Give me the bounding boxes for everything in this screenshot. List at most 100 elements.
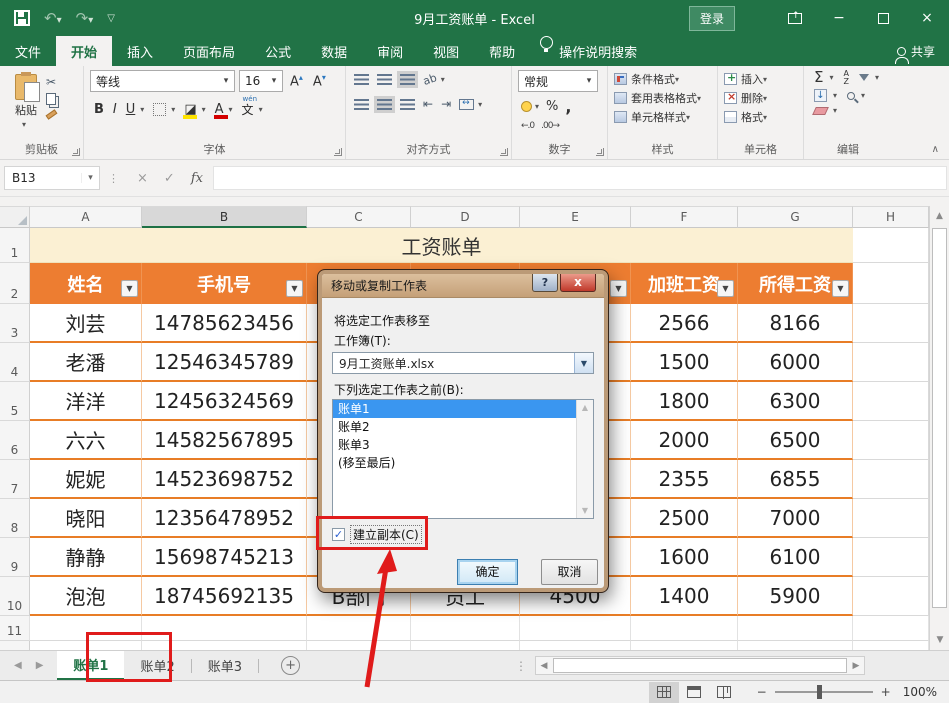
name-box-dropdown-icon[interactable]: ▾ bbox=[81, 173, 99, 183]
fill-color-button[interactable]: ◪ bbox=[184, 103, 196, 116]
new-sheet-icon[interactable]: + bbox=[281, 656, 300, 675]
filter-dropdown-icon[interactable]: ▼ bbox=[286, 280, 303, 297]
sheet-title-cell[interactable]: 工资账单 bbox=[30, 228, 853, 263]
close-button[interactable]: × bbox=[905, 0, 949, 36]
bold-button[interactable]: B bbox=[94, 103, 104, 116]
cell-empty[interactable] bbox=[853, 538, 929, 577]
cell-phone[interactable]: 15698745213 bbox=[142, 538, 307, 577]
tab-review[interactable]: 审阅 bbox=[362, 36, 418, 66]
cell-total[interactable]: 6855 bbox=[738, 460, 853, 499]
list-scrollbar[interactable]: ▲ ▼ bbox=[576, 400, 593, 518]
cell-phone[interactable]: 12546345789 bbox=[142, 343, 307, 382]
align-center-icon[interactable] bbox=[377, 99, 392, 110]
tab-insert[interactable]: 插入 bbox=[112, 36, 168, 66]
format-painter-icon[interactable] bbox=[46, 109, 58, 119]
cancel-button[interactable]: 取消 bbox=[541, 559, 598, 585]
align-bottom-icon[interactable] bbox=[400, 74, 415, 85]
customize-qat-icon[interactable]: ▽ bbox=[107, 13, 115, 24]
cell-name[interactable]: 六六 bbox=[30, 421, 142, 460]
alignment-dialog-launcher-icon[interactable] bbox=[500, 148, 508, 156]
horizontal-scrollbar-thumb[interactable] bbox=[553, 658, 847, 673]
col-header-e[interactable]: E bbox=[520, 206, 631, 228]
cell-total[interactable]: 6300 bbox=[738, 382, 853, 421]
row-header[interactable]: 5 bbox=[0, 382, 30, 421]
cell-name[interactable]: 老潘 bbox=[30, 343, 142, 382]
cell-phone[interactable]: 14523698752 bbox=[142, 460, 307, 499]
increase-indent-icon[interactable]: ⇥ bbox=[441, 98, 451, 110]
header-cell-total[interactable]: 所得工资 ▼ bbox=[738, 263, 853, 304]
prev-sheet-icon[interactable]: ◀ bbox=[14, 660, 22, 671]
grow-font-button[interactable]: A▴ bbox=[287, 73, 306, 89]
cell-overtime[interactable]: 1400 bbox=[631, 577, 738, 616]
row-header[interactable]: 6 bbox=[0, 421, 30, 460]
dialog-help-button[interactable]: ? bbox=[532, 274, 558, 292]
decrease-indent-icon[interactable]: ⇤ bbox=[423, 98, 433, 110]
zoom-slider[interactable] bbox=[775, 691, 873, 693]
cell-total[interactable]: 6000 bbox=[738, 343, 853, 382]
list-item[interactable]: 账单2 bbox=[333, 418, 577, 436]
row-header[interactable]: 7 bbox=[0, 460, 30, 499]
cell-total[interactable]: 7000 bbox=[738, 499, 853, 538]
italic-button[interactable]: I bbox=[113, 103, 117, 116]
share-button[interactable]: 共享 bbox=[911, 43, 935, 60]
col-header-c[interactable]: C bbox=[307, 206, 411, 228]
row-header[interactable]: 11 bbox=[0, 616, 30, 641]
fill-down-icon[interactable]: ↓ bbox=[814, 89, 827, 102]
cell-empty[interactable] bbox=[853, 304, 929, 343]
cell-overtime[interactable]: 2500 bbox=[631, 499, 738, 538]
sheet-tab-3[interactable]: 账单3 bbox=[192, 651, 258, 680]
find-select-icon[interactable] bbox=[847, 92, 855, 100]
tell-me-search[interactable]: 操作说明搜索 bbox=[559, 36, 652, 66]
name-box[interactable]: B13 ▾ bbox=[4, 166, 100, 190]
cut-icon[interactable]: ✂ bbox=[46, 76, 57, 88]
col-header-f[interactable]: F bbox=[631, 206, 738, 228]
cell-phone[interactable]: 18745692135 bbox=[142, 577, 307, 616]
next-sheet-icon[interactable]: ▶ bbox=[36, 660, 44, 671]
cell-empty[interactable] bbox=[853, 228, 929, 263]
decrease-decimal-icon[interactable]: .00→ bbox=[541, 121, 559, 131]
filter-dropdown-icon[interactable]: ▼ bbox=[121, 280, 138, 297]
filter-dropdown-icon[interactable]: ▼ bbox=[610, 280, 627, 297]
borders-button[interactable] bbox=[153, 103, 166, 116]
list-item[interactable]: (移至最后) bbox=[333, 454, 577, 472]
tab-splitter-handle[interactable]: ⋮ bbox=[515, 659, 527, 673]
tab-page-layout[interactable]: 页面布局 bbox=[168, 36, 250, 66]
cell-empty[interactable] bbox=[853, 382, 929, 421]
cell-overtime[interactable]: 2000 bbox=[631, 421, 738, 460]
underline-button[interactable]: U bbox=[126, 103, 136, 116]
tab-data[interactable]: 数据 bbox=[306, 36, 362, 66]
cell-empty[interactable] bbox=[307, 616, 411, 641]
sort-filter-icon[interactable]: AZ bbox=[844, 70, 849, 84]
header-cell-overtime[interactable]: 加班工资 ▼ bbox=[631, 263, 738, 304]
phonetic-guide-button[interactable]: wén文 bbox=[242, 101, 254, 118]
row-header[interactable]: 10 bbox=[0, 577, 30, 616]
list-item[interactable]: 账单1 bbox=[333, 400, 577, 418]
conditional-formatting-button[interactable]: 条件格式▾ bbox=[614, 71, 711, 87]
combo-dropdown-icon[interactable]: ▼ bbox=[574, 353, 593, 373]
cell-empty[interactable] bbox=[853, 460, 929, 499]
col-header-a[interactable]: A bbox=[30, 206, 142, 228]
redo-icon[interactable]: ↷▾ bbox=[76, 11, 94, 26]
tab-view[interactable]: 视图 bbox=[418, 36, 474, 66]
merge-center-icon[interactable] bbox=[459, 99, 474, 110]
scroll-down-icon[interactable]: ▼ bbox=[931, 631, 949, 649]
accounting-format-icon[interactable] bbox=[521, 101, 532, 112]
zoom-in-icon[interactable]: + bbox=[881, 685, 891, 699]
enter-entry-icon[interactable]: ✓ bbox=[164, 171, 175, 186]
cell-empty[interactable] bbox=[738, 616, 853, 641]
comma-style-button[interactable]: , bbox=[565, 97, 571, 116]
scroll-up-icon[interactable]: ▲ bbox=[931, 207, 949, 225]
cell-empty[interactable] bbox=[411, 616, 520, 641]
cancel-entry-icon[interactable]: × bbox=[137, 171, 148, 186]
undo-icon[interactable]: ↶▾ bbox=[44, 11, 62, 26]
filter-dropdown-icon[interactable]: ▼ bbox=[717, 280, 734, 297]
scroll-down-icon[interactable]: ▼ bbox=[577, 506, 593, 515]
cell-styles-button[interactable]: 单元格样式▾ bbox=[614, 109, 711, 125]
cell-phone[interactable]: 12356478952 bbox=[142, 499, 307, 538]
row-header[interactable]: 4 bbox=[0, 343, 30, 382]
format-cells-button[interactable]: 格式▾ bbox=[724, 109, 797, 125]
row-header[interactable]: 8 bbox=[0, 499, 30, 538]
cell-name[interactable]: 刘芸 bbox=[30, 304, 142, 343]
cell-empty[interactable] bbox=[853, 343, 929, 382]
page-break-view-button[interactable] bbox=[709, 682, 739, 703]
